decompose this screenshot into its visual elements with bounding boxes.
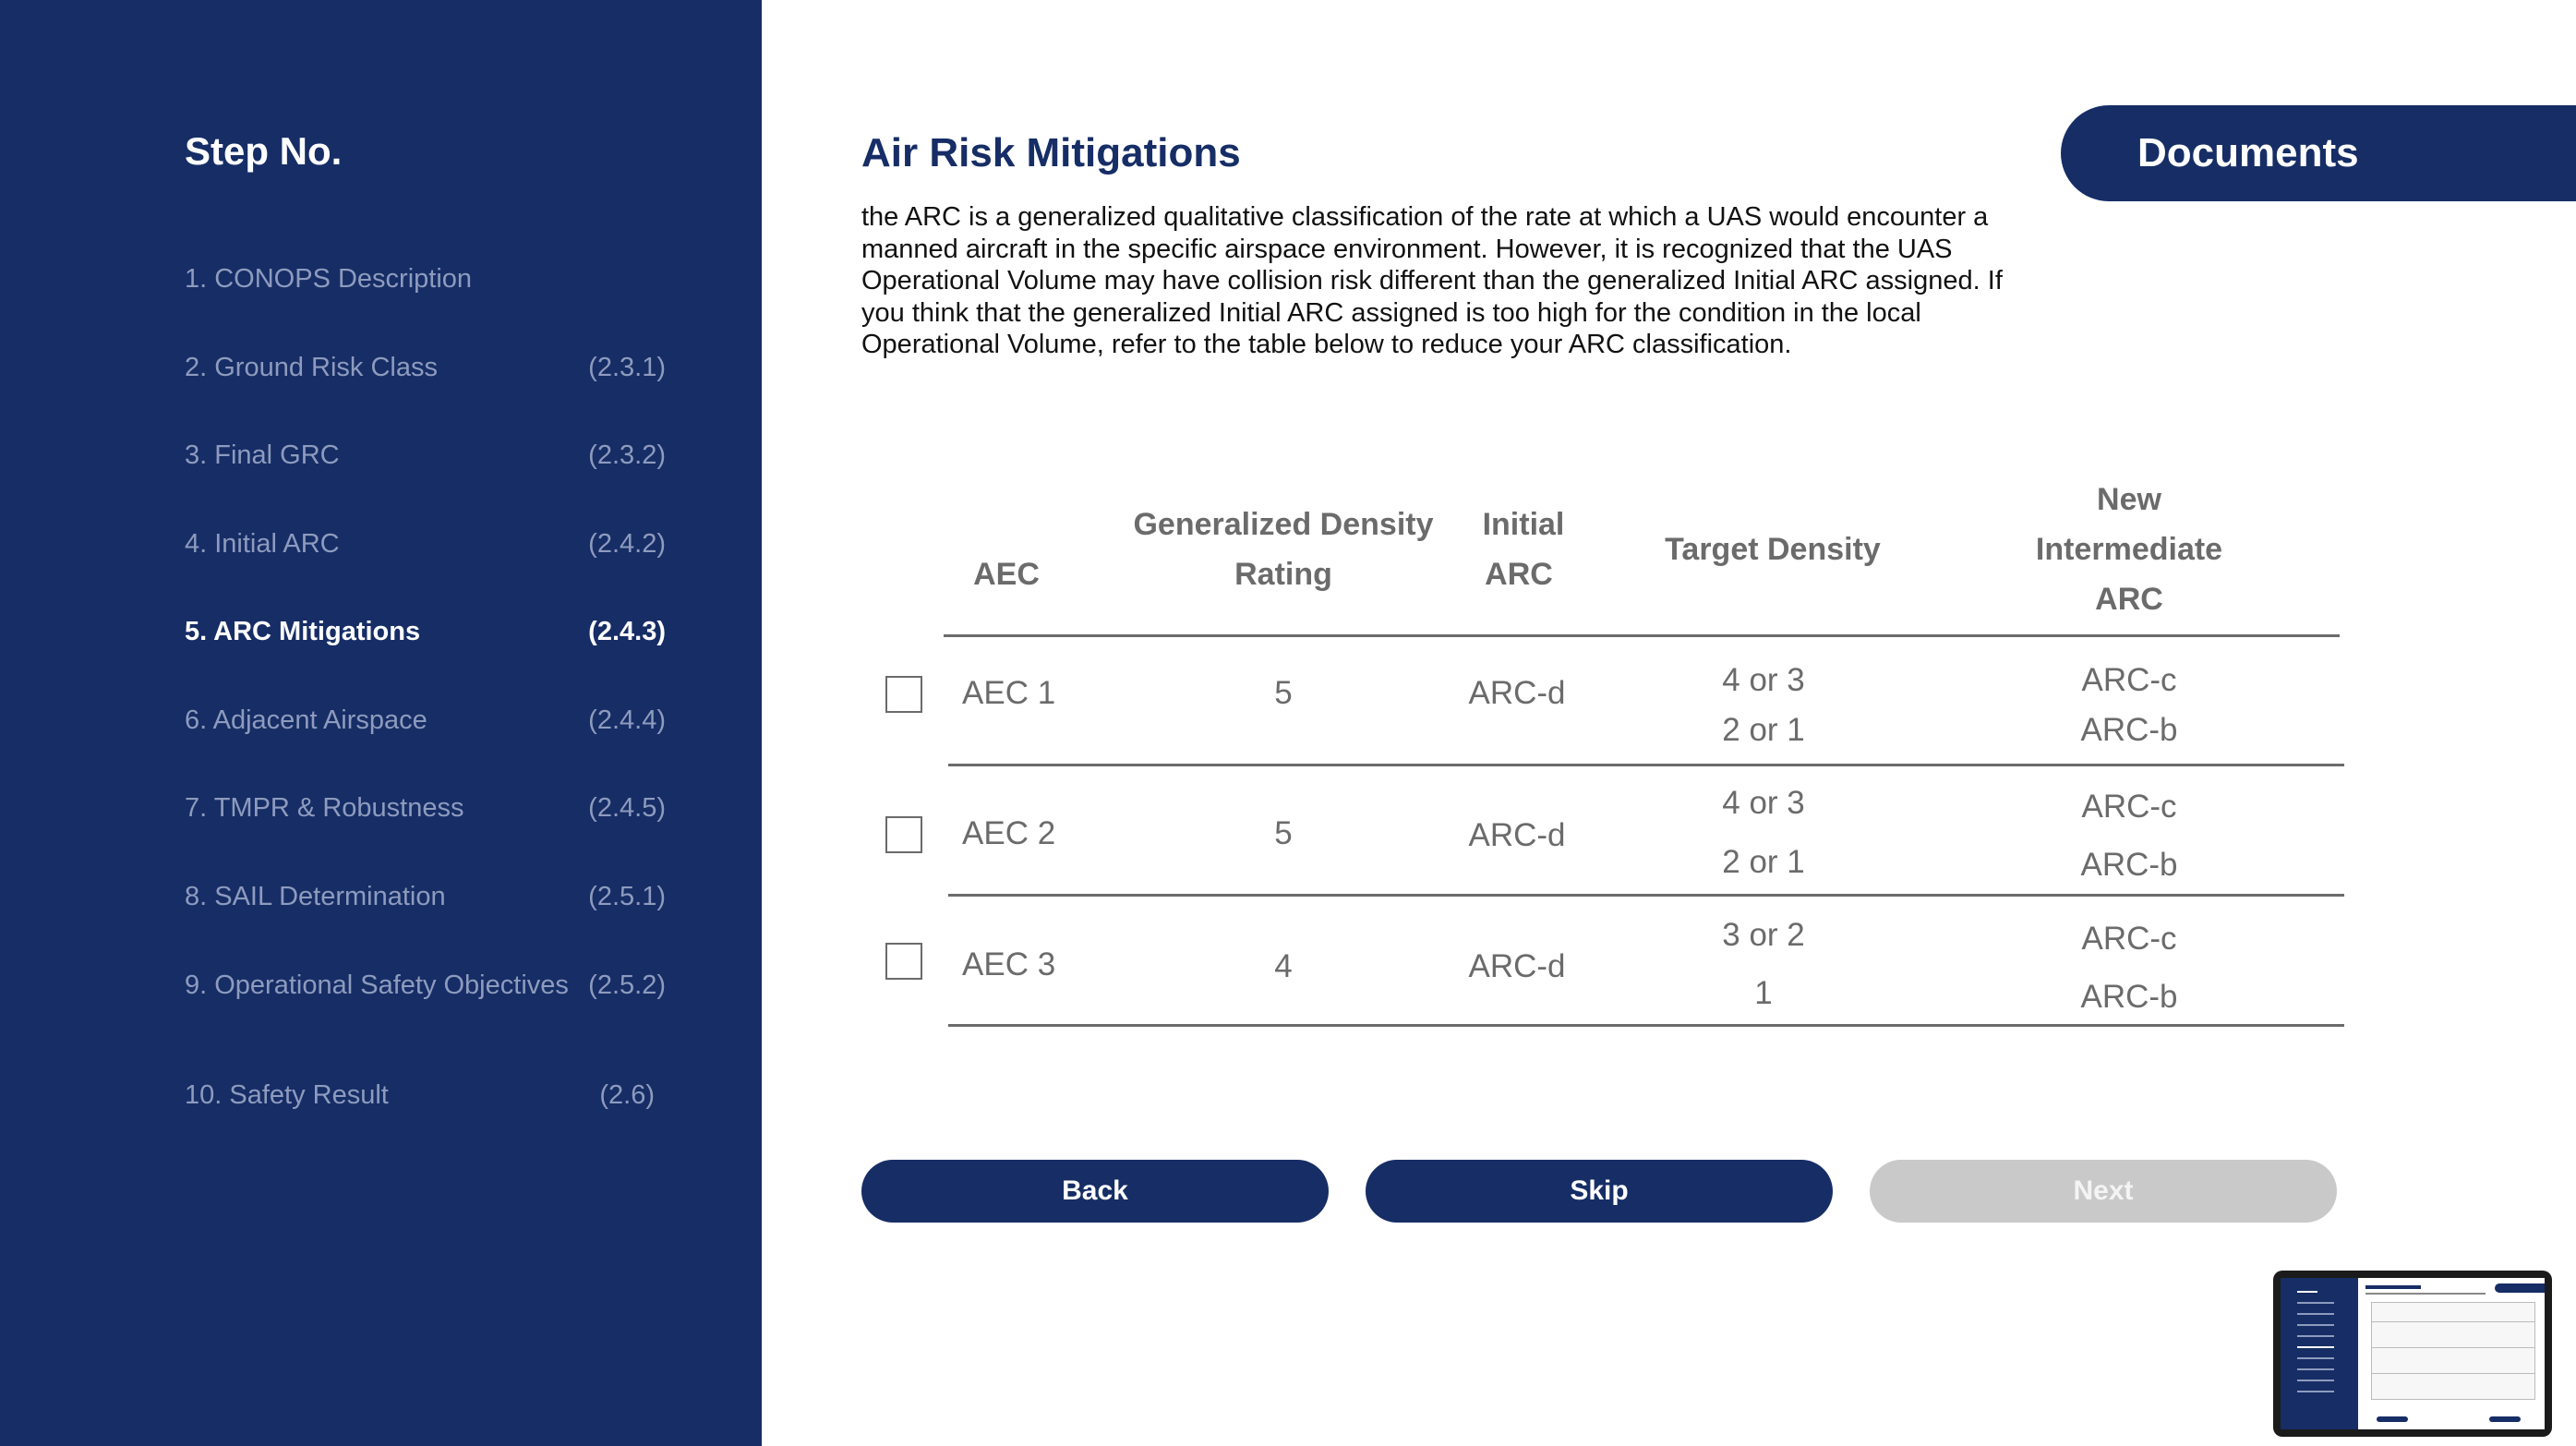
step-label: 7. TMPR & Robustness xyxy=(185,793,464,823)
back-button[interactable]: Back xyxy=(861,1160,1329,1223)
aec-2-new-arc-2: ARC-b xyxy=(2080,847,2178,883)
header-new-line1: New xyxy=(2097,482,2161,517)
aec-2-label: AEC 2 xyxy=(962,815,1056,851)
step-label: 4. Initial ARC xyxy=(185,529,340,559)
sidebar-item-arc-mitigations[interactable]: 5. ARC Mitigations (2.4.3) xyxy=(185,611,669,652)
step-code: (2.4.4) xyxy=(588,705,666,735)
step-code: (2.5.2) xyxy=(588,970,666,1000)
aec-1-checkbox[interactable] xyxy=(885,676,922,713)
header-new-line3: ARC xyxy=(2095,582,2163,617)
step-label: 5. ARC Mitigations xyxy=(185,617,421,646)
sidebar-title: Step No. xyxy=(185,129,343,173)
header-initial-line1: Initial xyxy=(1482,507,1565,542)
step-code: (2.3.1) xyxy=(588,353,666,382)
preview-next xyxy=(2489,1416,2521,1422)
header-target-density: Target Density xyxy=(1665,532,1881,567)
aec-3-checkbox[interactable] xyxy=(885,943,922,980)
preview-screen xyxy=(2281,1278,2545,1429)
step-label: 9. Operational Safety Objectives xyxy=(185,970,569,1000)
next-button[interactable]: Next xyxy=(1870,1160,2337,1223)
table-bottom-divider xyxy=(948,1024,2344,1027)
header-density-line2: Rating xyxy=(1234,557,1332,592)
aec-3-target-1: 3 or 2 xyxy=(1722,917,1805,953)
step-code: (2.3.2) xyxy=(588,440,666,470)
step-label: 3. Final GRC xyxy=(185,440,340,470)
aec-1-new-arc-1: ARC-c xyxy=(2081,662,2177,698)
close-icon[interactable]: × xyxy=(2528,1413,2545,1429)
row-divider xyxy=(948,764,2344,766)
step-code: (2.4.5) xyxy=(588,793,666,823)
sidebar-item-tmpr-robustness[interactable]: 7. TMPR & Robustness (2.4.5) xyxy=(185,788,669,828)
header-initial-line2: ARC xyxy=(1485,557,1553,592)
preview-documents xyxy=(2495,1283,2545,1293)
documents-button-label: Documents xyxy=(2137,130,2359,175)
aec-1-target-1: 4 or 3 xyxy=(1722,662,1805,698)
sidebar-item-safety-result[interactable]: 10. Safety Result (2.6) xyxy=(185,1075,669,1115)
step-label: 2. Ground Risk Class xyxy=(185,353,438,382)
aec-1-label: AEC 1 xyxy=(962,675,1056,711)
step-code: (2.4.3) xyxy=(588,617,666,646)
sidebar-item-initial-arc[interactable]: 4. Initial ARC (2.4.2) xyxy=(185,524,669,564)
preview-text xyxy=(2365,1293,2486,1295)
header-divider xyxy=(944,634,2340,637)
page-description: the ARC is a generalized qualitative cla… xyxy=(861,202,2003,359)
sidebar-item-ground-risk-class[interactable]: 2. Ground Risk Class (2.3.1) xyxy=(185,347,669,388)
step-label: 10. Safety Result xyxy=(185,1080,389,1110)
skip-button[interactable]: Skip xyxy=(1366,1160,1833,1223)
aec-3-new-arc-1: ARC-c xyxy=(2081,921,2177,957)
header-aec: AEC xyxy=(973,557,1040,592)
step-code: (2.5.1) xyxy=(588,882,666,911)
step-label: 8. SAIL Determination xyxy=(185,882,446,911)
preview-sidebar xyxy=(2281,1278,2358,1429)
preview-back xyxy=(2377,1416,2408,1422)
sidebar-item-adjacent-airspace[interactable]: 6. Adjacent Airspace (2.4.4) xyxy=(185,700,669,741)
page-title: Air Risk Mitigations xyxy=(861,130,1241,175)
aec-3-density: 4 xyxy=(1274,948,1293,984)
header-new-line2: Intermediate xyxy=(2035,532,2223,567)
row-divider xyxy=(948,894,2344,897)
step-label: 1. CONOPS Description xyxy=(185,264,473,294)
sidebar-item-operational-safety-objectives[interactable]: 9. Operational Safety Objectives (2.5.2) xyxy=(185,965,669,1006)
step-label: 6. Adjacent Airspace xyxy=(185,705,427,735)
sidebar: Step No. 1. CONOPS Description 2. Ground… xyxy=(0,0,762,1446)
aec-1-initial-arc: ARC-d xyxy=(1468,675,1566,711)
step-code: (2.6) xyxy=(599,1080,655,1110)
screen-preview-thumbnail[interactable]: × xyxy=(2273,1271,2552,1437)
step-code: (2.4.2) xyxy=(588,529,666,559)
aec-2-checkbox[interactable] xyxy=(885,816,922,853)
sidebar-item-conops-description[interactable]: 1. CONOPS Description xyxy=(185,259,669,299)
header-density-line1: Generalized Density xyxy=(1133,507,1434,542)
documents-button[interactable]: Documents xyxy=(2061,105,2576,201)
aec-3-initial-arc: ARC-d xyxy=(1468,948,1566,984)
aec-1-density: 5 xyxy=(1274,675,1293,711)
aec-2-density: 5 xyxy=(1274,815,1293,851)
aec-3-target-2: 1 xyxy=(1754,975,1773,1011)
sidebar-item-final-grc[interactable]: 3. Final GRC (2.3.2) xyxy=(185,435,669,476)
preview-title xyxy=(2365,1285,2421,1289)
aec-3-label: AEC 3 xyxy=(962,946,1056,982)
aec-3-new-arc-2: ARC-b xyxy=(2080,979,2178,1015)
aec-2-target-1: 4 or 3 xyxy=(1722,785,1805,821)
aec-2-new-arc-1: ARC-c xyxy=(2081,789,2177,825)
sidebar-item-sail-determination[interactable]: 8. SAIL Determination (2.5.1) xyxy=(185,876,669,917)
aec-1-target-2: 2 or 1 xyxy=(1722,712,1805,748)
aec-1-new-arc-2: ARC-b xyxy=(2080,712,2178,748)
preview-table xyxy=(2371,1302,2535,1400)
aec-2-initial-arc: ARC-d xyxy=(1468,817,1566,853)
aec-2-target-2: 2 or 1 xyxy=(1722,844,1805,880)
